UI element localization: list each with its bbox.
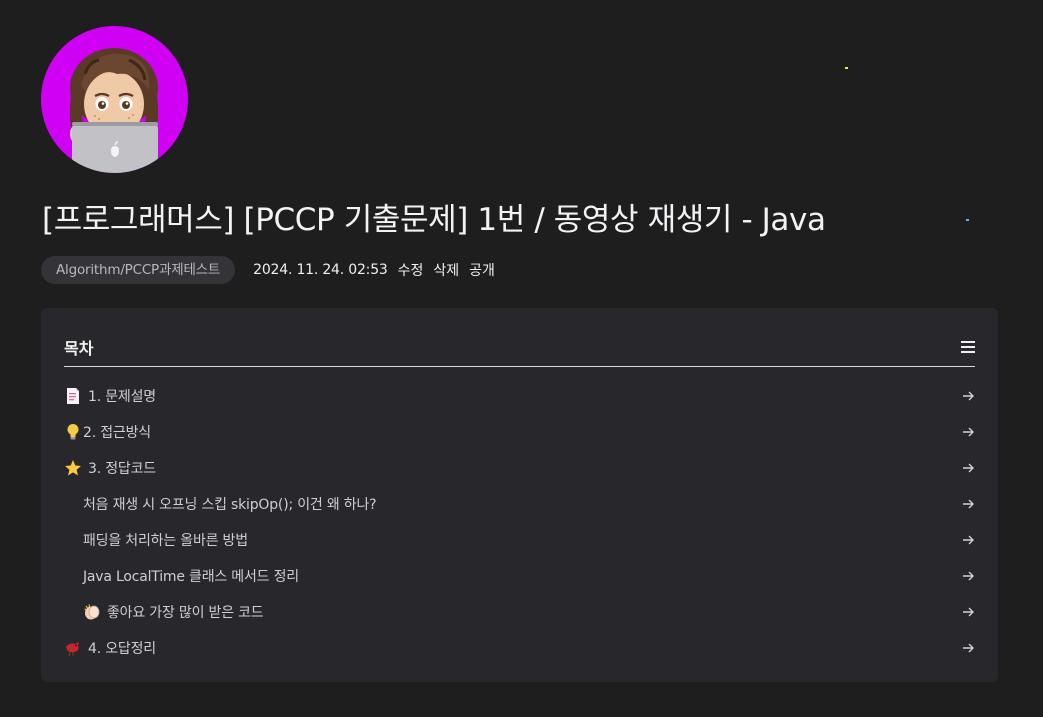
toc-item-approach[interactable]: 2. 접근방식: [64, 414, 975, 450]
edit-link[interactable]: 수정: [398, 260, 424, 280]
toc-item-label: 4. 오답정리: [88, 641, 156, 657]
post-title: [프로그래머스] [PCCP 기출문제] 1번 / 동영상 재생기 - Java: [42, 202, 826, 238]
toc-list: 1. 문제설명 2. 접근방식 3. 정답코드 처음 재생 시 오프닝 스킵 s…: [64, 378, 975, 666]
toc-item-label: 처음 재생 시 오프닝 스킵 skipOp(); 이건 왜 하나?: [83, 497, 377, 513]
arrow-right-icon: [963, 463, 975, 473]
star-icon: [64, 459, 82, 477]
light-bulb-icon: [64, 423, 79, 441]
toc-item-answer[interactable]: 3. 정답코드: [64, 450, 975, 486]
post-date: 2024. 11. 24. 02:53: [253, 262, 388, 278]
memoji-laptop-icon: [41, 26, 188, 173]
table-of-contents: 목차 1. 문제설명 2. 접근방식 3. 정답코드 처음 재생 시 오프닝 스…: [41, 308, 998, 682]
category-chip[interactable]: Algorithm/PCCP과제테스트: [41, 256, 236, 284]
toc-item-padding[interactable]: 패딩을 처리하는 올바른 방법: [64, 522, 975, 558]
bird-icon: [64, 639, 82, 657]
toc-item-localtime[interactable]: Java LocalTime 클래스 메서드 정리: [64, 558, 975, 594]
arrow-right-icon: [963, 643, 975, 653]
page-facing-up-icon: [64, 387, 82, 405]
toc-item-skipop[interactable]: 처음 재생 시 오프닝 스킵 skipOp(); 이건 왜 하나?: [64, 486, 975, 522]
blog-post-page: [프로그래머스] [PCCP 기출문제] 1번 / 동영상 재생기 - Java…: [0, 0, 1043, 717]
toc-item-label: 2. 접근방식: [83, 425, 151, 441]
post-meta: Algorithm/PCCP과제테스트 2024. 11. 24. 02:53 …: [41, 256, 495, 284]
arrow-right-icon: [963, 535, 975, 545]
arrow-right-icon: [963, 427, 975, 437]
arrow-right-icon: [963, 499, 975, 509]
toc-item-label: 패딩을 처리하는 올바른 방법: [83, 533, 248, 549]
clapping-hands-icon: [83, 603, 101, 621]
decorative-star: [966, 219, 969, 221]
arrow-right-icon: [963, 607, 975, 617]
profile-avatar[interactable]: [41, 26, 188, 173]
toc-item-review[interactable]: 4. 오답정리: [64, 630, 975, 666]
toc-title: 목차: [64, 339, 94, 358]
arrow-right-icon: [963, 571, 975, 581]
toc-item-best-code[interactable]: 좋아요 가장 많이 받은 코드: [64, 594, 975, 630]
decorative-star: [845, 67, 848, 69]
hamburger-icon[interactable]: [961, 341, 975, 353]
toc-item-problem[interactable]: 1. 문제설명: [64, 378, 975, 414]
delete-link[interactable]: 삭제: [433, 260, 459, 280]
toc-item-label: 3. 정답코드: [88, 461, 156, 477]
toc-item-label: 1. 문제설명: [88, 389, 156, 405]
visibility-link[interactable]: 공개: [469, 260, 495, 280]
arrow-right-icon: [963, 391, 975, 401]
toc-item-label: Java LocalTime 클래스 메서드 정리: [83, 569, 299, 585]
toc-item-label: 좋아요 가장 많이 받은 코드: [107, 605, 264, 621]
toc-header: 목차: [64, 328, 975, 367]
